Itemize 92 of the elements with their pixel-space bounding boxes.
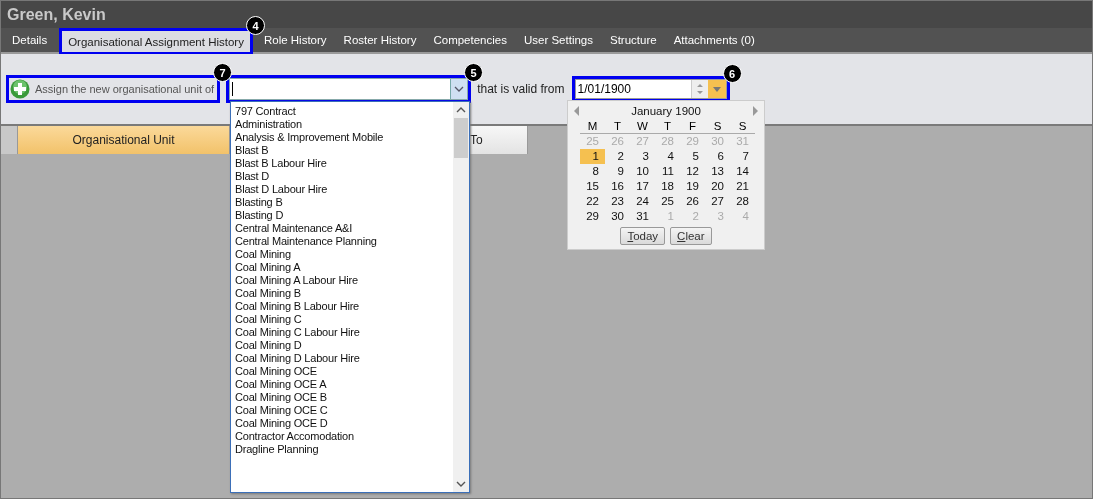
calendar-button[interactable]: Clear bbox=[670, 227, 712, 245]
calendar-day[interactable]: 27 bbox=[705, 194, 730, 209]
list-item[interactable]: Coal Mining D Labour Hire bbox=[235, 352, 453, 365]
tab[interactable]: Details bbox=[4, 28, 56, 52]
list-item[interactable]: Coal Mining OCE B bbox=[235, 391, 453, 404]
column-header[interactable]: Organisational Unit bbox=[18, 126, 230, 154]
calendar-day[interactable]: 4 bbox=[655, 149, 680, 164]
list-item[interactable]: Dragline Planning bbox=[235, 443, 453, 456]
list-item[interactable]: Coal Mining OCE C bbox=[235, 404, 453, 417]
calendar-day[interactable]: 17 bbox=[630, 179, 655, 194]
calendar-day[interactable]: 28 bbox=[730, 194, 755, 209]
weekday-label: T bbox=[655, 119, 680, 134]
list-item[interactable]: Coal Mining C Labour Hire bbox=[235, 326, 453, 339]
valid-from-label: that is valid from bbox=[477, 82, 565, 96]
list-item[interactable]: Blasting B bbox=[235, 196, 453, 209]
calendar-day[interactable]: 20 bbox=[705, 179, 730, 194]
list-item[interactable]: Coal Mining OCE bbox=[235, 365, 453, 378]
previous-month-icon[interactable] bbox=[574, 106, 579, 116]
tab[interactable]: Attachments (0) bbox=[665, 28, 763, 52]
tab[interactable]: Structure bbox=[602, 28, 665, 52]
list-item[interactable]: Central Maintenance Planning bbox=[235, 235, 453, 248]
unit-combo-box[interactable] bbox=[229, 78, 469, 100]
list-item[interactable]: Central Maintenance A&I bbox=[235, 222, 453, 235]
list-item[interactable]: Coal Mining OCE A bbox=[235, 378, 453, 391]
calendar-button[interactable]: Today bbox=[620, 227, 666, 245]
weekday-label: S bbox=[705, 119, 730, 134]
calendar-day[interactable]: 2 bbox=[605, 149, 630, 164]
calendar-day[interactable]: 23 bbox=[605, 194, 630, 209]
calendar-day[interactable]: 14 bbox=[730, 164, 755, 179]
list-item[interactable]: 797 Contract bbox=[235, 105, 453, 118]
list-item[interactable]: Contractor Accomodation bbox=[235, 430, 453, 443]
date-field[interactable]: 1/01/1900 bbox=[574, 79, 727, 99]
calendar-day[interactable]: 15 bbox=[580, 179, 605, 194]
calendar-day[interactable]: 13 bbox=[705, 164, 730, 179]
spin-icon[interactable] bbox=[690, 80, 708, 98]
weekday-label: T bbox=[605, 119, 630, 134]
next-month-icon[interactable] bbox=[753, 106, 758, 116]
calendar-day[interactable]: 26 bbox=[680, 194, 705, 209]
scrollbar[interactable] bbox=[453, 102, 469, 492]
list-item[interactable]: Coal Mining C bbox=[235, 313, 453, 326]
calendar-day[interactable]: 19 bbox=[680, 179, 705, 194]
scroll-down-icon[interactable] bbox=[456, 481, 466, 487]
tab[interactable]: Organisational Assignment History bbox=[62, 31, 250, 52]
calendar-day[interactable]: 25 bbox=[655, 194, 680, 209]
weekday-label: F bbox=[680, 119, 705, 134]
tab[interactable]: User Settings bbox=[515, 28, 601, 52]
window-title: Green, Kevin bbox=[7, 5, 106, 24]
calendar-day[interactable]: 29 bbox=[580, 209, 605, 224]
list-item[interactable]: Coal Mining bbox=[235, 248, 453, 261]
list-item[interactable]: Coal Mining A bbox=[235, 261, 453, 274]
scroll-up-icon[interactable] bbox=[456, 107, 466, 113]
list-item[interactable]: Blast D bbox=[235, 170, 453, 183]
calendar-day[interactable]: 6 bbox=[705, 149, 730, 164]
calendar-day[interactable]: 5 bbox=[680, 149, 705, 164]
calendar-day[interactable]: 1 bbox=[580, 149, 605, 164]
calendar-day[interactable]: 30 bbox=[605, 209, 630, 224]
calendar-day[interactable]: 22 bbox=[580, 194, 605, 209]
calendar-day[interactable]: 7 bbox=[730, 149, 755, 164]
list-item[interactable]: Coal Mining B Labour Hire bbox=[235, 300, 453, 313]
calendar-day[interactable]: 9 bbox=[605, 164, 630, 179]
weekday-label: S bbox=[730, 119, 755, 134]
weekday-label: W bbox=[630, 119, 655, 134]
calendar-day[interactable]: 24 bbox=[630, 194, 655, 209]
add-button[interactable]: Assign the new organisational unit of bbox=[9, 78, 218, 100]
scroll-thumb[interactable] bbox=[454, 118, 468, 158]
calendar-day[interactable]: 16 bbox=[605, 179, 630, 194]
list-item[interactable]: Analysis & Improvement Mobile bbox=[235, 131, 453, 144]
calendar-day[interactable]: 12 bbox=[680, 164, 705, 179]
list-item[interactable]: Coal Mining B bbox=[235, 287, 453, 300]
calendar-day[interactable]: 31 bbox=[630, 209, 655, 224]
calendar-day[interactable]: 21 bbox=[730, 179, 755, 194]
list-item[interactable]: Blast B bbox=[235, 144, 453, 157]
calendar-day[interactable]: 11 bbox=[655, 164, 680, 179]
tab[interactable]: Competencies bbox=[425, 28, 515, 52]
list-item[interactable]: Coal Mining D bbox=[235, 339, 453, 352]
list-item[interactable]: Administration bbox=[235, 118, 453, 131]
calendar-day[interactable]: 3 bbox=[630, 149, 655, 164]
text-cursor bbox=[232, 82, 234, 96]
calendar-day[interactable]: 8 bbox=[580, 164, 605, 179]
list-item[interactable]: Coal Mining A Labour Hire bbox=[235, 274, 453, 287]
list-item[interactable]: Coal Mining OCE D bbox=[235, 417, 453, 430]
calendar-day[interactable]: 10 bbox=[630, 164, 655, 179]
calendar-day[interactable]: 18 bbox=[655, 179, 680, 194]
list-item[interactable]: Blasting D bbox=[235, 209, 453, 222]
header-cell bbox=[1, 126, 18, 154]
weekday-label: M bbox=[580, 119, 605, 134]
list-item[interactable]: Blast B Labour Hire bbox=[235, 157, 453, 170]
dropdown-icon[interactable] bbox=[450, 79, 468, 99]
tab[interactable]: Roster History bbox=[335, 28, 425, 52]
list-item[interactable]: Blast D Labour Hire bbox=[235, 183, 453, 196]
month-title: January 1900 bbox=[631, 105, 701, 117]
add-icon bbox=[10, 79, 30, 99]
